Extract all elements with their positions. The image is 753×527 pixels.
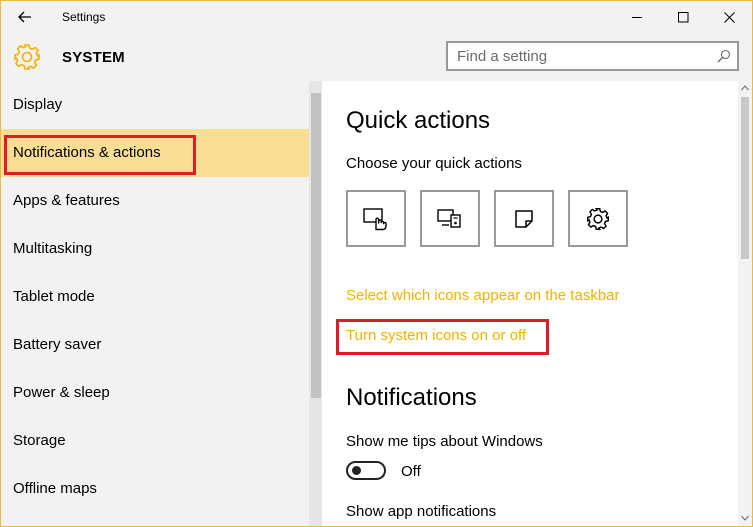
tips-toggle[interactable] — [346, 461, 386, 480]
sidebar-item-power-sleep[interactable]: Power & sleep — [1, 369, 309, 417]
quick-action-tablet-mode[interactable] — [346, 190, 406, 247]
notifications-heading: Notifications — [346, 384, 477, 411]
main-content: Quick actions Choose your quick actions — [322, 81, 738, 526]
sidebar-item-display[interactable]: Display — [1, 81, 309, 129]
quick-actions-heading: Quick actions — [346, 107, 491, 134]
tips-state-label: Off — [401, 463, 421, 480]
title-bar: Settings — [1, 1, 752, 33]
close-icon — [723, 11, 735, 23]
search-input[interactable] — [448, 43, 717, 69]
window-title: Settings — [62, 10, 106, 24]
sidebar-item-storage[interactable]: Storage — [1, 417, 309, 465]
search-box[interactable] — [446, 41, 739, 71]
tips-toggle-knob — [352, 466, 361, 475]
system-gear-icon — [14, 44, 40, 70]
system-icons-link[interactable]: Turn system icons on or off — [346, 327, 526, 344]
sidebar-item-tablet-mode[interactable]: Tablet mode — [1, 273, 309, 321]
minimize-button[interactable] — [614, 1, 660, 33]
main-scrollbar-thumb[interactable] — [741, 97, 749, 259]
all-settings-icon — [586, 207, 610, 230]
back-button[interactable] — [11, 5, 39, 29]
quick-actions-subtitle: Choose your quick actions — [346, 155, 522, 172]
note-icon — [515, 209, 533, 228]
app-notifications-label: Show app notifications — [346, 503, 497, 520]
minimize-icon — [631, 16, 642, 18]
search-icon[interactable] — [717, 49, 731, 63]
scroll-up-icon[interactable] — [741, 85, 749, 91]
maximize-icon — [677, 11, 688, 22]
project-icon — [437, 208, 461, 228]
sidebar-nav: Display Notifications & actions Apps & f… — [1, 81, 309, 526]
close-button[interactable] — [706, 1, 752, 33]
sidebar-item-apps-features[interactable]: Apps & features — [1, 177, 309, 225]
sidebar-item-notifications-actions[interactable]: Notifications & actions — [1, 129, 309, 177]
taskbar-icons-link[interactable]: Select which icons appear on the taskbar — [346, 287, 620, 304]
sidebar-item-offline-maps[interactable]: Offline maps — [1, 465, 309, 513]
scroll-down-icon[interactable] — [741, 515, 749, 521]
sidebar-item-multitasking[interactable]: Multitasking — [1, 225, 309, 273]
quick-action-note[interactable] — [494, 190, 554, 247]
tablet-mode-icon — [363, 207, 387, 230]
sidebar-item-battery-saver[interactable]: Battery saver — [1, 321, 309, 369]
maximize-button[interactable] — [660, 1, 706, 33]
quick-action-project[interactable] — [420, 190, 480, 247]
quick-action-all-settings[interactable] — [568, 190, 628, 247]
back-arrow-icon — [18, 11, 31, 23]
settings-window: Settings SYSTEM Display Notifications & … — [0, 0, 753, 527]
tips-label: Show me tips about Windows — [346, 433, 543, 450]
sidebar-scrollbar-thumb[interactable] — [311, 93, 321, 398]
section-title: SYSTEM — [62, 49, 125, 66]
